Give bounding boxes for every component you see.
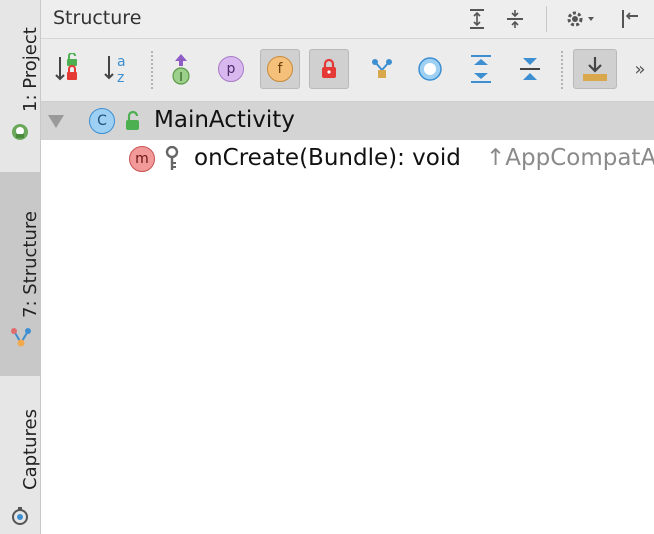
tree-node-method[interactable]: m onCreate(Bundle): void ↑AppCompatA [41,140,654,178]
inherited-from-label: ↑AppCompatA [486,145,654,171]
tab-captures-label: Captures [20,409,41,490]
toolbar-separator [151,51,154,89]
android-project-icon [10,122,30,142]
expand-triangle-icon[interactable] [47,113,65,133]
property-badge: p [218,56,244,82]
tree-node-class[interactable]: C MainActivity [41,102,654,140]
tab-structure[interactable]: 7: Structure [0,172,41,376]
field-badge: f [267,56,293,82]
public-lock-icon [123,110,143,136]
sort-alphabetically-icon[interactable]: az [97,49,137,89]
tab-project[interactable]: 1: Project [0,0,41,150]
collapse-all-icon[interactable] [502,6,528,32]
tool-window-sidebar: 1: Project 7: Structure Captures [0,0,41,534]
tab-project-label: 1: Project [20,27,41,112]
structure-tree: C MainActivity m onCreate(Bundle): void … [41,102,654,534]
show-fields-icon[interactable]: f [260,49,300,89]
inherited-badge-letter: I [179,70,183,84]
settings-gear-icon[interactable] [561,6,601,32]
class-icon: C [89,108,115,134]
structure-toolbar: az I p f » [41,39,654,102]
tab-structure-label: 7: Structure [20,211,41,318]
show-non-public-icon[interactable] [309,49,349,89]
method-icon: m [129,146,155,172]
show-inherited-icon[interactable]: I [161,49,201,89]
hide-panel-icon[interactable] [616,6,642,32]
header-divider [546,6,547,32]
show-anonymous-classes-icon[interactable] [410,49,450,89]
tab-captures[interactable]: Captures [0,380,41,534]
structure-tab-icon [10,326,31,347]
expand-all-icon[interactable] [464,6,490,32]
sort-by-visibility-icon[interactable] [47,49,87,89]
collapse-tree-icon[interactable] [510,49,550,89]
toolbar-overflow-icon[interactable]: » [625,49,654,89]
show-properties-icon[interactable]: p [211,49,251,89]
panel-header: Structure [41,0,654,39]
class-name: MainActivity [154,107,295,133]
method-signature: onCreate(Bundle): void [194,145,461,171]
autoscroll-from-source-icon[interactable] [573,49,617,89]
alpha-a-text: a [117,54,126,70]
expand-tree-icon[interactable] [461,49,501,89]
show-lambdas-icon[interactable] [362,49,402,89]
toolbar-separator [561,51,564,89]
alpha-z-text: z [117,70,124,86]
panel-title: Structure [53,7,142,29]
protected-key-icon [164,145,180,176]
stopwatch-icon [10,506,30,526]
